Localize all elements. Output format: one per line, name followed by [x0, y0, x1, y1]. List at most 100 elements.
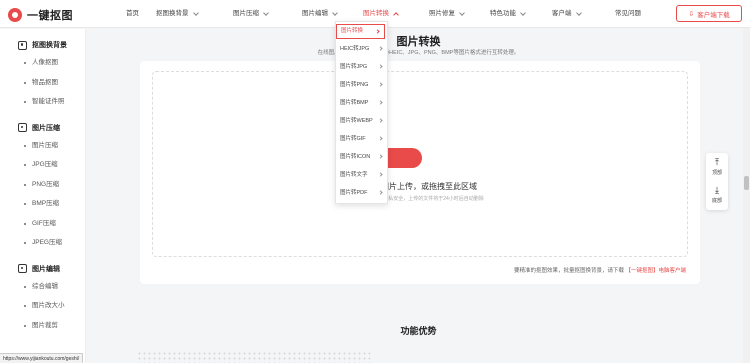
chevron-right-icon	[378, 136, 383, 141]
sidebar-item[interactable]: 综合编辑	[0, 277, 85, 297]
upload-prompt: 选择图片上传，或拖拽至此区域	[365, 182, 477, 191]
sidebar-item[interactable]: 图片裁剪	[0, 316, 85, 336]
dropdown-item-label: 图片转换	[341, 28, 364, 34]
sidebar-group-title[interactable]: 抠图换背景	[0, 37, 85, 53]
nav-item-label: 抠图换背景	[156, 10, 189, 17]
card-footer: 要精准的抠图效果，批量抠图换背景，请下载 【一键抠图】电脑客户端	[514, 266, 686, 274]
chevron-down-icon	[520, 10, 526, 16]
dropdown-item-label: 图片转PDF	[340, 190, 368, 196]
sidebar-group: 抠图换背景人像抠图 物品抠图 智能证件照	[0, 29, 85, 112]
logo-icon	[8, 8, 22, 22]
decorative-dots	[137, 351, 373, 363]
sidebar-group-title-text: 抠图换背景	[32, 42, 67, 49]
sidebar: 抠图换背景 人像抠图 物品抠图 智能证件照 图片压缩 图片压缩 JPG压缩 PNG压缩 BMP压…	[0, 29, 86, 363]
scrollbar-thumb[interactable]	[744, 176, 749, 190]
sidebar-item[interactable]: GIF压缩	[0, 214, 85, 234]
chevron-down-icon	[263, 10, 269, 16]
chevron-right-icon	[378, 118, 383, 123]
sidebar-item[interactable]: 图片压缩	[0, 136, 85, 156]
card-footer-text: 要精准的抠图效果，批量抠图换背景，请下载	[513, 268, 624, 274]
sidebar-item[interactable]: 人像抠图	[0, 53, 85, 73]
dropdown-item[interactable]: 图片转换	[336, 24, 385, 39]
chevron-down-icon	[459, 10, 465, 16]
chevron-down-icon	[393, 12, 399, 18]
dropdown-item-label: HEIC转JPG	[340, 46, 370, 52]
dropdown-item-label: 图片转GIF	[340, 136, 366, 142]
back-to-top-label: 顶部	[711, 170, 722, 176]
dropdown-item-label: 图片转BMP	[340, 100, 369, 106]
section-title: 功能优势	[400, 326, 437, 336]
chevron-right-icon	[378, 100, 383, 105]
image-icon	[18, 40, 27, 50]
chevron-right-icon	[378, 172, 383, 177]
nav-item[interactable]: 首页	[126, 0, 156, 28]
dropdown-item-label: 图片转文字	[340, 172, 368, 178]
status-url: https://www.yijiankoutu.com/geshi/	[0, 353, 84, 363]
nav-item-label: 首页	[126, 10, 139, 17]
nav-item[interactable]: 图片压缩	[233, 0, 302, 28]
upload-hint: 为保障您的隐私安全，上传的文件将于24小时后自动删除	[358, 196, 484, 202]
dropdown-item[interactable]: 图片转PDF	[336, 184, 387, 202]
logo-text: 一键抠图	[27, 10, 73, 22]
chevron-down-icon	[192, 10, 199, 16]
upload-card: 选择图片上传，或拖拽至此区域 为保障您的隐私安全，上传的文件将于24小时后自动删…	[140, 61, 700, 284]
sidebar-item[interactable]: 图片改大小	[0, 296, 85, 316]
arrow-down-icon: ⤓	[715, 185, 719, 195]
image-icon	[18, 264, 27, 273]
dropdown-item[interactable]: 图片转文字	[336, 166, 387, 184]
sidebar-item[interactable]: JPG压缩	[0, 155, 85, 175]
page-title: 图片转换	[396, 36, 441, 48]
sidebar-group: 图片编辑综合编辑 图片改大小 图片裁剪	[0, 253, 85, 336]
chevron-right-icon	[378, 46, 383, 51]
nav-item[interactable]: 抠图换背景	[156, 0, 233, 28]
sidebar-item[interactable]: BMP压缩	[0, 194, 85, 214]
dropdown-item[interactable]: HEIC转JPG	[336, 40, 387, 58]
dropdown-item[interactable]: 图片转GIF	[336, 130, 387, 148]
page-scrollbar[interactable]	[743, 28, 750, 363]
nav-item[interactable]: 常见问题	[615, 0, 655, 28]
dropdown-item-label: 图片转WEBP	[340, 118, 373, 124]
sidebar-item[interactable]: PNG压缩	[0, 175, 85, 195]
dropdown-item[interactable]: 图片转WEBP	[336, 112, 387, 130]
arrow-up-icon: ⤒	[715, 157, 719, 167]
dropdown-item[interactable]: 图片转PNG	[336, 76, 387, 94]
float-toolbar: ⤒ 顶部 ⤓ 底部	[706, 153, 728, 210]
nav-item-label: 图片压缩	[233, 10, 259, 17]
dropdown-item-label: 图片转ICON	[340, 154, 371, 160]
nav-item[interactable]: 照片修复	[429, 0, 490, 28]
chevron-right-icon	[375, 29, 380, 34]
image-convert-dropdown: 图片转换 HEIC转JPG 图片转JPG 图片转PNG 图片转BMP 图片转WEBP 图片转…	[335, 21, 388, 204]
nav-item-label: 图片编辑	[302, 10, 328, 17]
chevron-down-icon	[575, 10, 582, 16]
upload-dropzone[interactable]: 选择图片上传，或拖拽至此区域 为保障您的隐私安全，上传的文件将于24小时后自动删…	[152, 71, 688, 257]
sidebar-group-title[interactable]: 图片压缩	[0, 120, 85, 136]
sidebar-item[interactable]: 物品抠图	[0, 73, 85, 93]
sidebar-group-title-text: 图片编辑	[32, 265, 60, 273]
go-to-bottom-button[interactable]: ⤓ 底部	[706, 181, 728, 209]
download-icon: ⇩	[688, 10, 695, 18]
nav-item[interactable]: 特色功能	[490, 0, 552, 28]
nav-item[interactable]: 客户端	[552, 0, 615, 28]
logo[interactable]: 一键抠图	[8, 7, 73, 23]
client-download-button[interactable]: ⇩ 客户端下载	[676, 5, 742, 22]
nav-item-label: 客户端	[552, 10, 572, 17]
image-icon	[18, 123, 27, 132]
dropdown-item-label: 图片转PNG	[340, 82, 369, 88]
go-to-bottom-label: 底部	[711, 198, 722, 204]
page-subtitle: 在线图片格式互转功能，支持HEIC、JPG、PNG、BMP等图片格式进行互转处理…	[317, 50, 520, 56]
chevron-right-icon	[378, 82, 383, 87]
chevron-right-icon	[378, 154, 383, 159]
client-download-link[interactable]: 【一键抠图】电脑客户端	[625, 268, 686, 274]
dropdown-item[interactable]: 图片转BMP	[336, 94, 387, 112]
dropdown-item[interactable]: 图片转JPG	[336, 58, 387, 76]
client-download-label: 客户端下载	[697, 11, 730, 19]
chevron-right-icon	[378, 190, 383, 195]
sidebar-item[interactable]: JPEG压缩	[0, 233, 85, 253]
main-content: 图片转换 在线图片格式互转功能，支持HEIC、JPG、PNG、BMP等图片格式进…	[87, 29, 750, 363]
dropdown-item[interactable]: 图片转ICON	[336, 148, 387, 166]
sidebar-group-title[interactable]: 图片编辑	[0, 261, 85, 277]
dropdown-item-label: 图片转JPG	[340, 64, 368, 70]
chevron-right-icon	[378, 64, 383, 69]
sidebar-item[interactable]: 智能证件照	[0, 92, 85, 112]
back-to-top-button[interactable]: ⤒ 顶部	[706, 153, 728, 181]
